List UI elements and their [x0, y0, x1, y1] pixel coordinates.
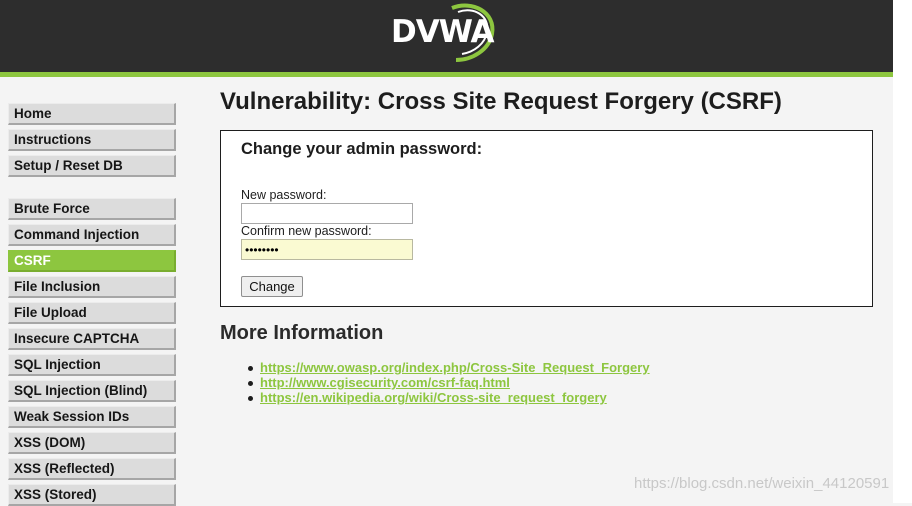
- sidebar-item-weak-session-ids[interactable]: Weak Session IDs: [8, 406, 176, 428]
- sidebar-item-file-inclusion[interactable]: File Inclusion: [8, 276, 176, 298]
- new-password-label: New password:: [241, 188, 327, 202]
- watermark: https://blog.csdn.net/weixin_44120591: [634, 475, 890, 492]
- logo-text: DVWA: [391, 14, 495, 50]
- owasp-csrf-link[interactable]: https://www.owasp.org/index.php/Cross-Si…: [260, 360, 650, 375]
- sidebar-item-sql-injection[interactable]: SQL Injection: [8, 354, 176, 376]
- sidebar-item-brute-force[interactable]: Brute Force: [8, 198, 176, 220]
- bullet-icon: [248, 381, 253, 386]
- dvwa-logo[interactable]: DVWA: [388, 2, 498, 64]
- sidebar-item-home[interactable]: Home: [8, 103, 176, 125]
- sidebar-item-setup-reset-db[interactable]: Setup / Reset DB: [8, 155, 176, 177]
- change-button[interactable]: Change: [241, 276, 303, 297]
- new-password-input[interactable]: [241, 203, 413, 224]
- sidebar-item-csrf[interactable]: CSRF: [8, 250, 176, 272]
- sidebar-item-insecure-captcha[interactable]: Insecure CAPTCHA: [8, 328, 176, 350]
- confirm-password-input[interactable]: [241, 239, 413, 260]
- window-edge: [893, 0, 912, 503]
- sidebar-item-command-injection[interactable]: Command Injection: [8, 224, 176, 246]
- sidebar-item-file-upload[interactable]: File Upload: [8, 302, 176, 324]
- sidebar-item-sql-injection-blind[interactable]: SQL Injection (Blind): [8, 380, 176, 402]
- more-information-heading: More Information: [220, 322, 384, 344]
- header-bar: DVWA: [0, 0, 893, 72]
- bullet-icon: [248, 366, 253, 371]
- bullet-icon: [248, 396, 253, 401]
- wikipedia-csrf-link[interactable]: https://en.wikipedia.org/wiki/Cross-site…: [260, 390, 607, 405]
- cgisecurity-csrf-faq-link[interactable]: http://www.cgisecurity.com/csrf-faq.html: [260, 375, 510, 390]
- header-accent-stripe: [0, 72, 893, 77]
- confirm-password-label: Confirm new password:: [241, 224, 372, 238]
- csrf-form-box: Change your admin password: New password…: [220, 130, 873, 307]
- page-title: Vulnerability: Cross Site Request Forger…: [220, 88, 782, 115]
- sidebar-item-xss-dom[interactable]: XSS (DOM): [8, 432, 176, 454]
- sidebar-item-instructions[interactable]: Instructions: [8, 129, 176, 151]
- sidebar-item-xss-reflected[interactable]: XSS (Reflected): [8, 458, 176, 480]
- form-heading: Change your admin password:: [241, 140, 483, 158]
